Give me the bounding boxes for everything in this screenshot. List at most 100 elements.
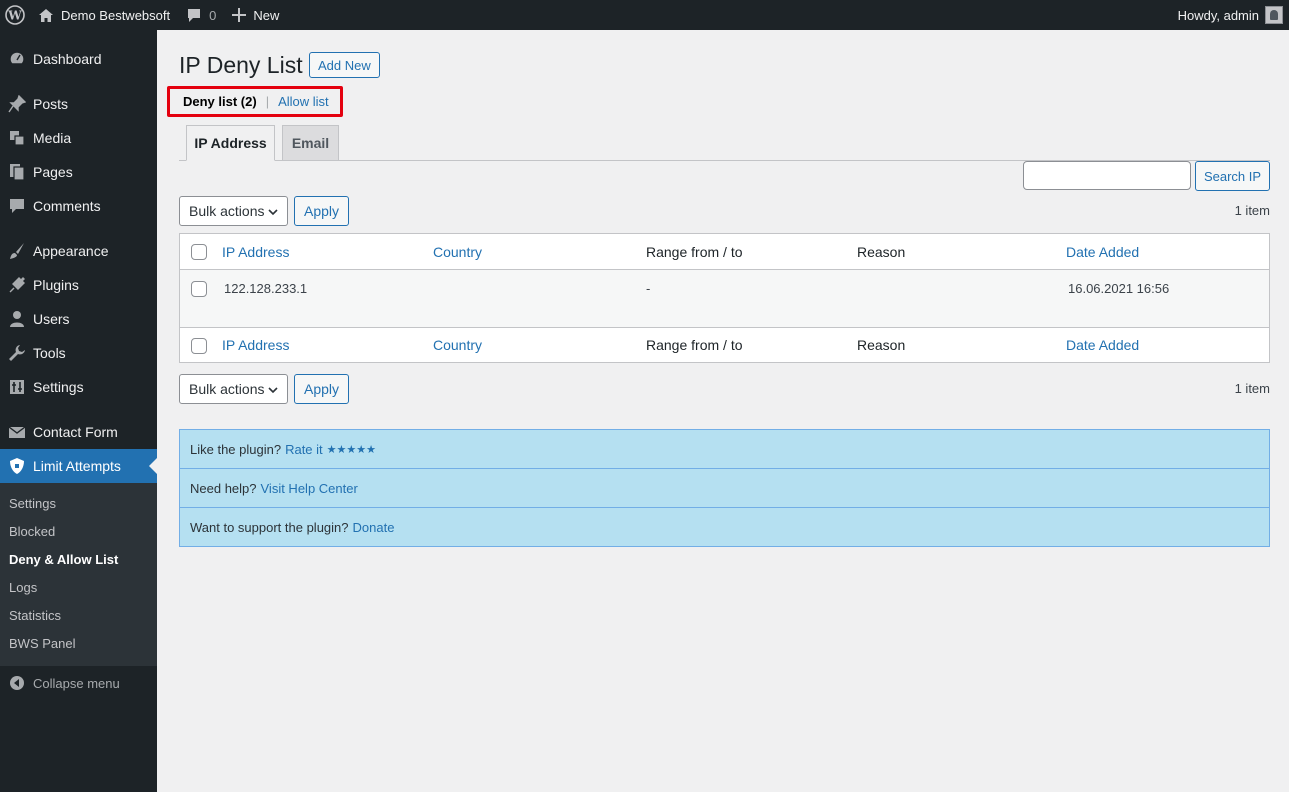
- sidebar-item-plugins[interactable]: Plugins: [0, 268, 157, 302]
- wrench-icon: [0, 344, 33, 362]
- sidebar-item-label: Dashboard: [33, 51, 102, 67]
- brush-icon: [0, 242, 33, 260]
- comments-link[interactable]: 0: [178, 0, 224, 30]
- new-content-link[interactable]: New: [224, 0, 287, 30]
- sidebar-item-media[interactable]: Media: [0, 121, 157, 155]
- submenu-item-logs[interactable]: Logs: [9, 578, 37, 598]
- dashboard-icon: [0, 50, 33, 68]
- sidebar-item-label: Pages: [33, 164, 73, 180]
- submenu-limit-attempts: Settings Blocked Deny & Allow List Logs …: [0, 483, 157, 666]
- apply-button-bottom[interactable]: Apply: [294, 374, 349, 404]
- tab-ip-address[interactable]: IP Address: [186, 125, 275, 161]
- sidebar-item-label: Media: [33, 130, 72, 146]
- home-icon: [38, 8, 54, 23]
- plug-icon: [0, 276, 33, 294]
- svg-text:W: W: [7, 9, 22, 23]
- sidebar-item-label: Comments: [33, 198, 101, 214]
- column-date-added-footer[interactable]: Date Added: [1066, 337, 1139, 353]
- rate-link[interactable]: Rate it: [285, 442, 323, 457]
- search-ip-input[interactable]: [1023, 161, 1191, 190]
- row-ip-address: 122.128.233.1: [224, 281, 308, 296]
- column-ip-address-footer[interactable]: IP Address: [222, 337, 289, 353]
- table-row: 122.128.233.1 - 16.06.2021 16:56: [180, 270, 1269, 327]
- pin-icon: [0, 95, 33, 113]
- allow-list-filter[interactable]: Allow list: [278, 94, 329, 109]
- sidebar-item-label: Users: [33, 311, 70, 327]
- sidebar-item-comments[interactable]: Comments: [0, 189, 157, 223]
- column-ip-address[interactable]: IP Address: [222, 244, 289, 260]
- column-range: Range from / to: [646, 244, 743, 260]
- wordpress-logo-icon[interactable]: W: [0, 0, 30, 30]
- apply-button-top[interactable]: Apply: [294, 196, 349, 226]
- table-header-row: IP Address Country Range from / to Reaso…: [180, 234, 1269, 270]
- page-title: IP Deny List: [179, 52, 303, 78]
- user-icon: [0, 310, 33, 328]
- column-date-added[interactable]: Date Added: [1066, 244, 1139, 260]
- select-all-checkbox[interactable]: [191, 244, 207, 260]
- sidebar-item-settings[interactable]: Settings: [0, 370, 157, 404]
- comment-bubble-icon: [186, 8, 202, 23]
- sidebar-item-limit-attempts[interactable]: Limit Attempts: [0, 449, 157, 483]
- filter-separator: |: [265, 94, 270, 109]
- sidebar-item-label: Plugins: [33, 277, 79, 293]
- comments-count: 0: [209, 7, 217, 23]
- submenu-item-statistics[interactable]: Statistics: [9, 606, 61, 626]
- row-checkbox[interactable]: [191, 281, 207, 297]
- sidebar-item-tools[interactable]: Tools: [0, 336, 157, 370]
- column-country[interactable]: Country: [433, 244, 482, 260]
- sidebar-item-posts[interactable]: Posts: [0, 87, 157, 121]
- avatar: [1265, 6, 1283, 24]
- donate-link[interactable]: Donate: [353, 520, 395, 535]
- sidebar-item-appearance[interactable]: Appearance: [0, 234, 157, 268]
- search-ip-button[interactable]: Search IP: [1195, 161, 1270, 191]
- collapse-menu-button[interactable]: Collapse menu: [0, 666, 157, 700]
- row-date-added: 16.06.2021 16:56: [1068, 281, 1170, 296]
- help-center-link[interactable]: Visit Help Center: [261, 481, 358, 496]
- active-menu-arrow: [149, 458, 157, 474]
- help-text: Need help?: [190, 480, 257, 496]
- add-new-button[interactable]: Add New: [309, 52, 380, 78]
- rating-stars-icon: ★★★★★: [326, 444, 376, 456]
- bulk-actions-select-bottom[interactable]: Bulk actions: [179, 374, 288, 404]
- site-name-link[interactable]: Demo Bestwebsoft: [30, 0, 178, 30]
- bulk-actions-label: Bulk actions: [189, 381, 265, 397]
- shield-icon: [0, 457, 33, 475]
- item-count-top: 1 item: [1234, 203, 1270, 218]
- table-footer-row: IP Address Country Range from / to Reaso…: [180, 327, 1269, 363]
- collapse-arrow-icon: [0, 675, 33, 691]
- sidebar-item-dashboard[interactable]: Dashboard: [0, 42, 157, 76]
- sidebar-item-users[interactable]: Users: [0, 302, 157, 336]
- sidebar-item-pages[interactable]: Pages: [0, 155, 157, 189]
- support-text: Want to support the plugin?: [190, 519, 349, 535]
- submenu-item-blocked[interactable]: Blocked: [9, 522, 55, 542]
- account-menu[interactable]: Howdy, admin: [1170, 0, 1289, 30]
- greeting: Howdy, admin: [1177, 7, 1259, 23]
- tab-email[interactable]: Email: [282, 125, 339, 161]
- select-all-checkbox-footer[interactable]: [191, 338, 207, 354]
- deny-list-filter[interactable]: Deny list (2): [183, 94, 257, 109]
- site-name: Demo Bestwebsoft: [61, 7, 171, 23]
- media-icon: [0, 129, 33, 147]
- sidebar-item-contact-form[interactable]: Contact Form: [0, 415, 157, 449]
- column-range-footer: Range from / to: [646, 337, 743, 353]
- admin-sidebar: Dashboard Posts Media Pages Comments App…: [0, 30, 157, 792]
- sidebar-item-label: Posts: [33, 96, 69, 112]
- main-content: IP Deny List Add New Deny list (2) | All…: [157, 30, 1289, 792]
- list-filter-links: Deny list (2) | Allow list: [167, 86, 343, 117]
- rate-row: Like the plugin? Rate it ★★★★★: [180, 430, 1269, 469]
- collapse-label: Collapse menu: [33, 675, 120, 691]
- chevron-down-icon: [267, 383, 279, 399]
- support-row: Want to support the plugin? Donate: [180, 507, 1269, 546]
- submenu-item-bws-panel[interactable]: BWS Panel: [9, 634, 75, 654]
- bulk-actions-label: Bulk actions: [189, 203, 265, 219]
- sidebar-item-label: Settings: [33, 379, 84, 395]
- tab-bar: IP Address Email: [179, 124, 1270, 161]
- submenu-item-settings[interactable]: Settings: [9, 494, 56, 514]
- submenu-item-deny-allow-list[interactable]: Deny & Allow List: [9, 550, 118, 570]
- column-country-footer[interactable]: Country: [433, 337, 482, 353]
- plugin-notice: Like the plugin? Rate it ★★★★★ Need help…: [179, 429, 1270, 547]
- settings-icon: [0, 378, 33, 396]
- pages-icon: [0, 163, 33, 181]
- sidebar-item-label: Tools: [33, 345, 66, 361]
- bulk-actions-select-top[interactable]: Bulk actions: [179, 196, 288, 226]
